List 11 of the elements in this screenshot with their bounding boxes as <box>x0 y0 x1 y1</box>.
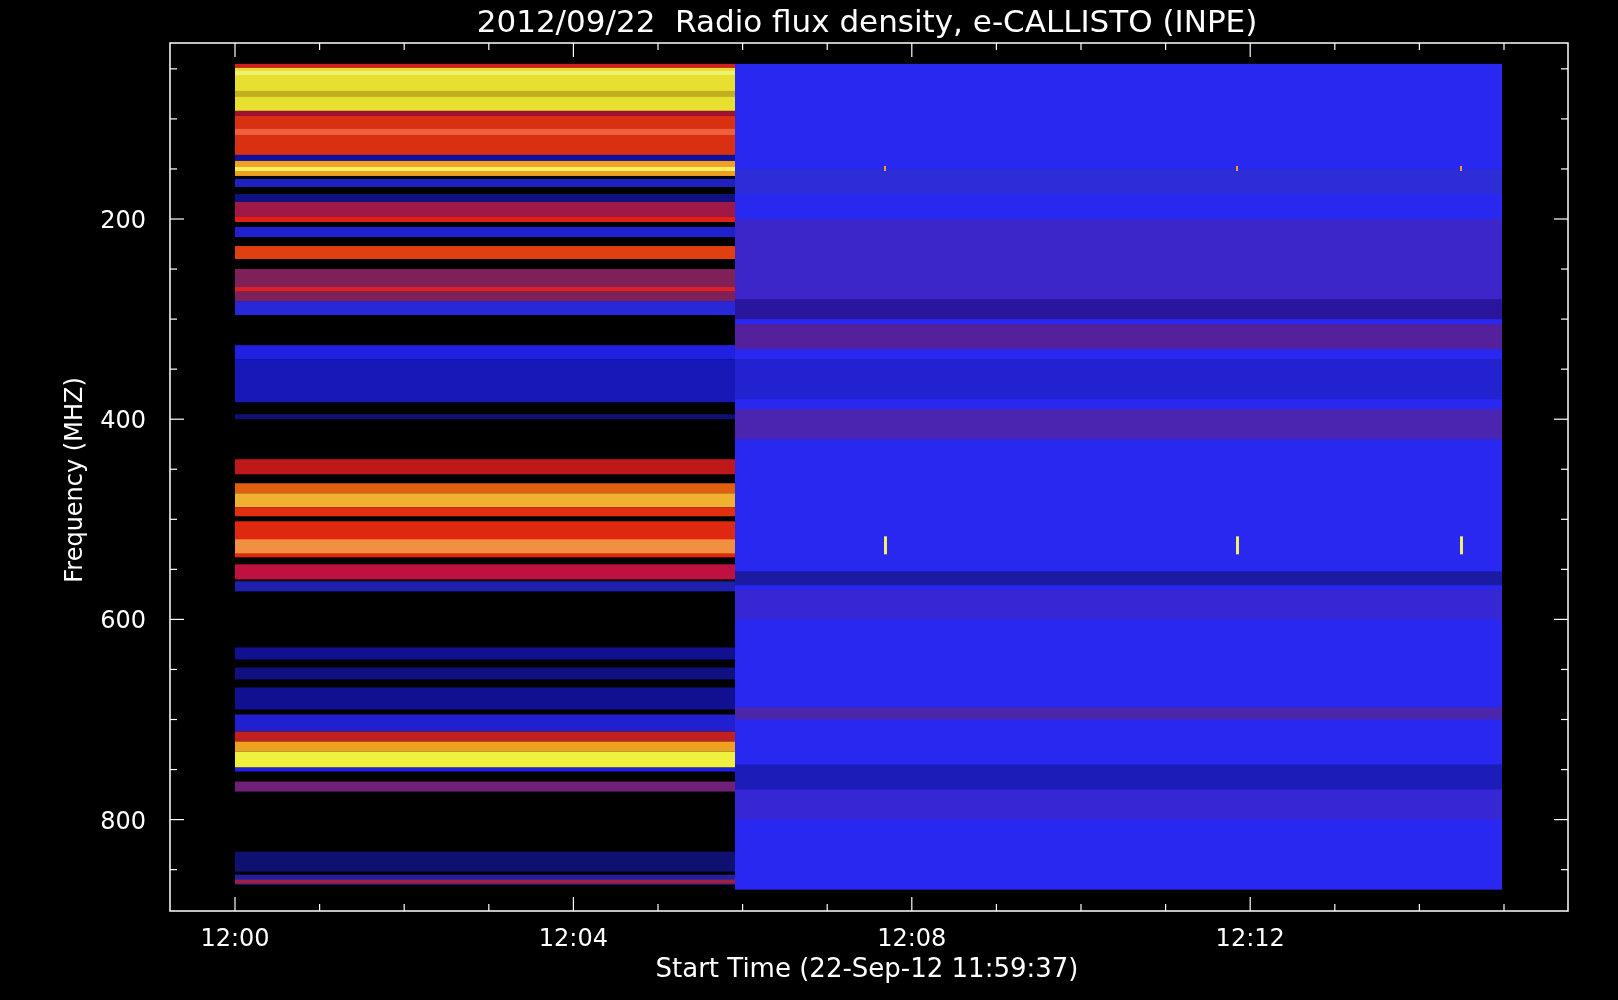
y-axis-label: Frequency (MHZ) <box>60 377 88 583</box>
tick-label: 400 <box>100 406 146 435</box>
x-axis-label: Start Time (22-Sep-12 11:59:37) <box>655 953 1079 983</box>
tick-label: 800 <box>100 806 146 835</box>
tick-label: 12:08 <box>877 924 947 952</box>
tick-label: 12:12 <box>1215 924 1285 952</box>
tick-label: 600 <box>100 606 146 635</box>
tick-label: 12:04 <box>538 924 608 952</box>
tick-label: 200 <box>100 206 146 234</box>
plot-title: 2012/09/22 Radio flux density, e-CALLISTO (INPE) <box>476 3 1258 39</box>
tick-label: 12:00 <box>200 924 270 952</box>
